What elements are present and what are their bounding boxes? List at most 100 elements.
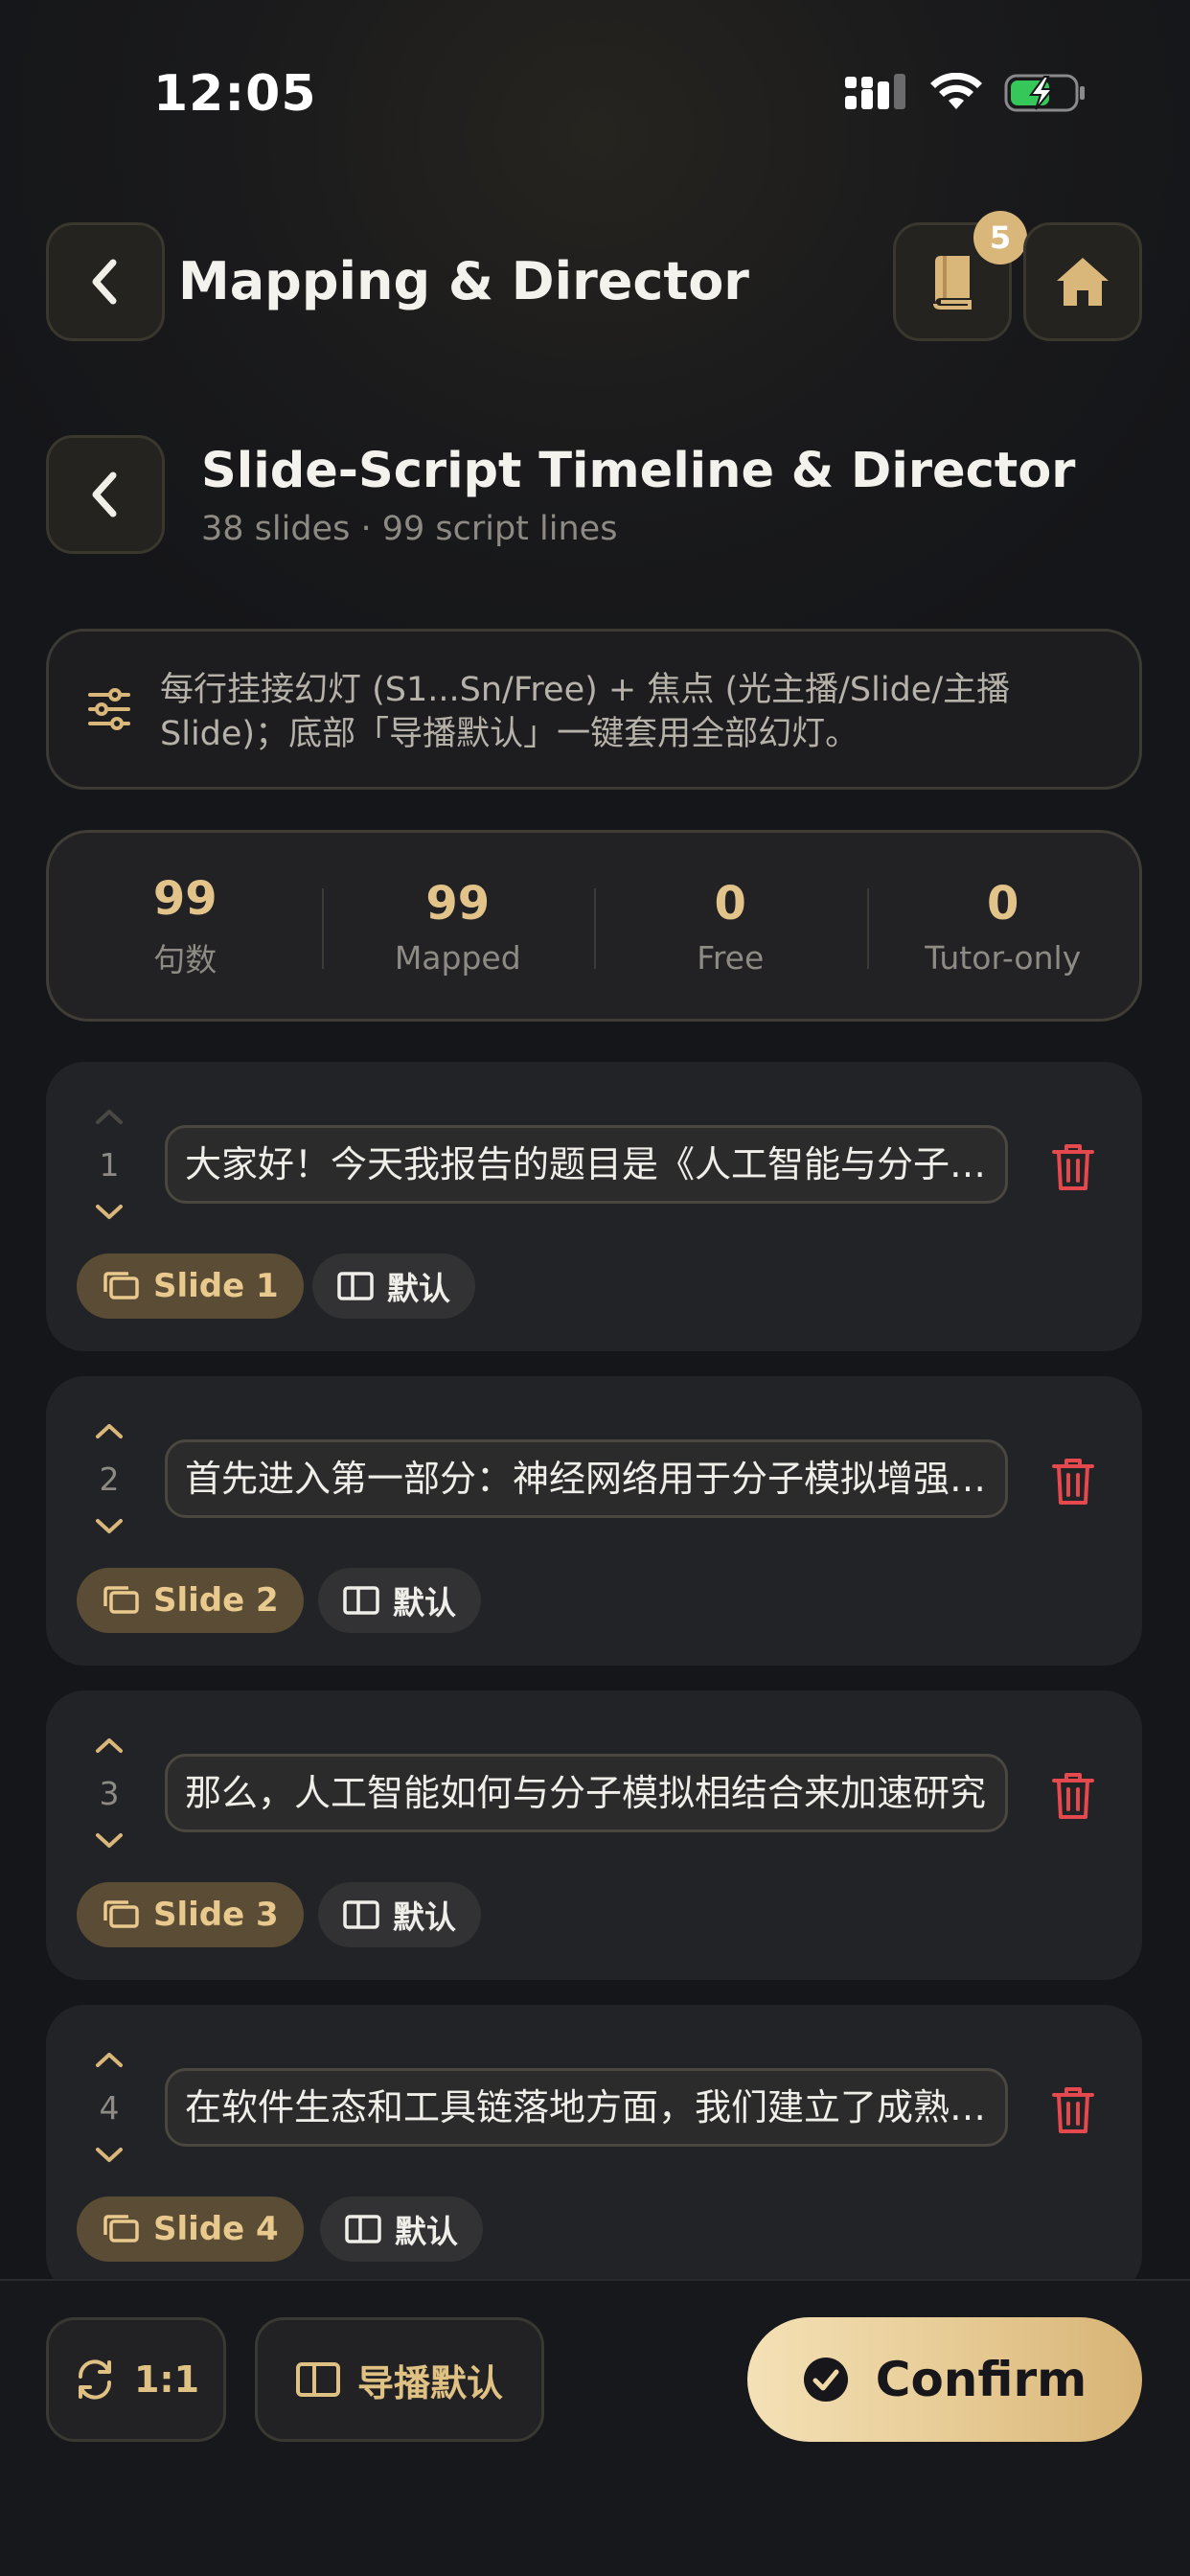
line-number: 2 [99, 1460, 120, 1498]
director-default-button[interactable]: 导播默认 [255, 2317, 544, 2442]
ratio-button[interactable]: 1:1 [46, 2317, 226, 2442]
slides-icon [103, 1586, 139, 1614]
focus-chip[interactable]: 默认 [318, 1882, 481, 1947]
slide-chip-label: Slide 2 [153, 1581, 279, 1620]
focus-chip-label: 默认 [395, 2213, 458, 2250]
bottom-action-bar: 1:1 导播默认 Confirm [0, 2279, 1190, 2576]
split-panel-icon [337, 1272, 374, 1300]
stat-value: 99 [425, 876, 491, 931]
chevron-down-icon [96, 1833, 123, 1848]
chevron-down-icon [96, 2148, 123, 2162]
move-up-button[interactable] [90, 2045, 128, 2074]
move-up-button[interactable] [90, 1731, 128, 1760]
slide-chip[interactable]: Slide 3 [77, 1882, 304, 1947]
slides-icon [103, 1272, 139, 1300]
stat-label: Free [697, 938, 765, 977]
split-panel-icon [343, 1586, 379, 1615]
home-icon [1057, 258, 1109, 306]
back-button[interactable] [46, 222, 165, 341]
move-down-button[interactable] [90, 2141, 128, 2170]
line-number: 4 [99, 2089, 120, 2127]
stats-card: 99 句数 99 Mapped 0 Free 0 Tutor-only [46, 830, 1142, 1022]
script-line-card: 3 那么，人工智能如何与分子模拟相结合来加速研究 Slide 3 默认 [46, 1690, 1142, 1980]
notification-badge: 5 [973, 211, 1027, 264]
stat-label: 句数 [153, 941, 217, 978]
script-line-card: 4 在软件生态和工具链落地方面，我们建立了成熟的流程 Slide 4 默认 [46, 2005, 1142, 2294]
stat-free: 0 Free [594, 833, 867, 1019]
chevron-down-icon [96, 1205, 123, 1219]
line-number: 1 [99, 1146, 120, 1184]
slides-icon [103, 2215, 139, 2242]
status-bar: 12:05 [0, 0, 1190, 192]
line-number: 3 [99, 1775, 120, 1812]
battery-charging-icon [1004, 74, 1085, 112]
stat-tutor-only: 0 Tutor-only [866, 833, 1140, 1019]
focus-chip[interactable]: 默认 [318, 1568, 481, 1633]
script-line-input[interactable]: 在软件生态和工具链落地方面，我们建立了成熟的流程 [165, 2068, 1008, 2147]
chevron-up-icon [96, 1738, 123, 1753]
move-down-button[interactable] [90, 1827, 128, 1855]
script-line-input[interactable]: 大家好！今天我报告的题目是《人工智能与分子模拟》 [165, 1125, 1008, 1204]
script-line-card: 1 大家好！今天我报告的题目是《人工智能与分子模拟》 Slide 1 默认 [46, 1062, 1142, 1351]
slide-chip[interactable]: Slide 4 [77, 2196, 304, 2262]
slide-chip[interactable]: Slide 1 [77, 1254, 304, 1319]
status-time: 12:05 [153, 65, 317, 123]
chevron-up-icon [96, 1110, 123, 1124]
slide-chip-label: Slide 4 [153, 2210, 279, 2248]
slide-chip-label: Slide 3 [153, 1896, 279, 1934]
script-line-input[interactable]: 首先进入第一部分：神经网络用于分子模拟增强采样 [165, 1439, 1008, 1518]
confirm-label: Confirm [875, 2352, 1087, 2407]
delete-icon[interactable] [1050, 1142, 1096, 1192]
stat-value: 0 [714, 876, 746, 931]
delete-icon[interactable] [1050, 2085, 1096, 2135]
focus-chip[interactable]: 默认 [320, 2196, 483, 2262]
wifi-icon [930, 73, 982, 109]
section-subtitle: 38 slides · 99 script lines [201, 510, 618, 548]
director-default-label: 导播默认 [356, 2361, 503, 2404]
section-title: Slide-Script Timeline & Director [201, 443, 1076, 499]
stat-value: 0 [987, 876, 1019, 931]
slide-chip[interactable]: Slide 2 [77, 1568, 304, 1633]
home-button[interactable] [1023, 222, 1142, 341]
slide-chip-label: Slide 1 [153, 1267, 279, 1305]
focus-chip[interactable]: 默认 [312, 1254, 475, 1319]
move-up-button[interactable] [90, 1102, 128, 1131]
split-panel-icon [345, 2215, 381, 2243]
move-up-button[interactable] [90, 1416, 128, 1445]
focus-chip-label: 默认 [393, 1898, 456, 1936]
move-down-button[interactable] [90, 1512, 128, 1541]
status-icons [845, 73, 1087, 113]
book-icon [933, 256, 972, 310]
confirm-button[interactable]: Confirm [747, 2317, 1142, 2442]
info-card: 每行挂接幻灯 (S1...Sn/Free) + 焦点 (光主播/Slide/主播… [46, 629, 1142, 790]
stat-label: Mapped [394, 938, 521, 977]
info-text: 每行挂接幻灯 (S1...Sn/Free) + 焦点 (光主播/Slide/主播… [160, 671, 1011, 753]
section-back-button[interactable] [46, 435, 165, 554]
page-title: Mapping & Director [178, 251, 749, 311]
section-header: Slide-Script Timeline & Director 38 slid… [0, 433, 1190, 558]
stat-value: 99 [152, 872, 217, 926]
chevron-down-icon [96, 1519, 123, 1533]
stat-label: Tutor-only [925, 938, 1082, 977]
focus-chip-label: 默认 [393, 1584, 456, 1622]
script-line-card: 2 首先进入第一部分：神经网络用于分子模拟增强采样 Slide 2 默认 [46, 1376, 1142, 1666]
split-panel-icon [343, 1900, 379, 1929]
refresh-icon [78, 2359, 111, 2400]
chevron-left-icon [92, 259, 117, 305]
top-header: Mapping & Director 5 [0, 211, 1190, 345]
chevron-up-icon [96, 2053, 123, 2067]
move-down-button[interactable] [90, 1198, 128, 1227]
ratio-label: 1:1 [133, 2358, 200, 2401]
slides-icon [103, 1900, 139, 1928]
stat-mapped: 99 Mapped [321, 833, 595, 1019]
split-panel-icon [295, 2362, 340, 2397]
check-circle-icon [803, 2358, 848, 2402]
sliders-icon [88, 688, 130, 730]
cellular-signal-icon [845, 74, 905, 109]
focus-chip-label: 默认 [387, 1270, 450, 1307]
delete-icon[interactable] [1050, 1457, 1096, 1506]
script-line-input[interactable]: 那么，人工智能如何与分子模拟相结合来加速研究 [165, 1754, 1008, 1832]
stat-sentences: 99 句数 [49, 833, 322, 1019]
delete-icon[interactable] [1050, 1771, 1096, 1821]
chevron-left-icon [92, 472, 117, 518]
